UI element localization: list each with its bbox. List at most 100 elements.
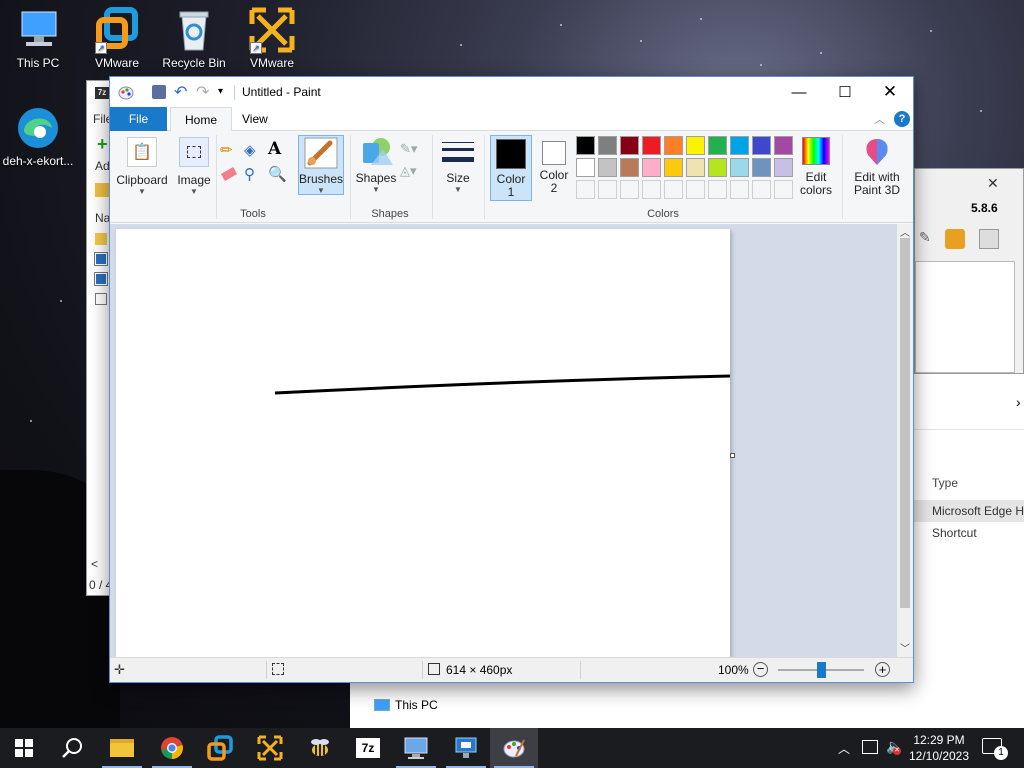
tools-icon[interactable]: ✎ (919, 229, 937, 247)
custom-color-slot[interactable] (730, 180, 749, 199)
tab-file[interactable]: File (110, 107, 167, 131)
palette-swatch[interactable] (730, 158, 749, 177)
redo-icon[interactable]: ↷ (196, 82, 209, 102)
paint-window[interactable]: ↶ ↷ ▾ Untitled - Paint — ☐ ✕ File Home V… (109, 76, 914, 683)
edit-colors-button[interactable]: Edit colors (796, 135, 836, 201)
scroll-left-arrow[interactable]: < (91, 557, 98, 571)
taskbar-vmware-workstation[interactable] (196, 728, 244, 768)
zoom-slider-thumb[interactable] (817, 662, 826, 678)
start-button[interactable] (0, 728, 48, 768)
palette-swatch[interactable] (774, 136, 793, 155)
pencil-icon[interactable]: ✏ (220, 141, 240, 161)
palette-swatch[interactable] (730, 136, 749, 155)
color2-button[interactable]: Color 2 (534, 135, 574, 201)
canvas-resize-handle[interactable] (730, 453, 735, 458)
chevron-right-icon[interactable]: › (1016, 394, 1021, 410)
search-button[interactable] (48, 728, 96, 768)
custom-color-slot[interactable] (664, 180, 683, 199)
edit-with-paint3d-button[interactable]: Edit with Paint 3D (846, 135, 908, 201)
desktop-icon-this-pc[interactable]: This PC (0, 6, 76, 70)
maximize-button[interactable]: ☐ (822, 77, 868, 107)
palette-swatch[interactable] (664, 158, 683, 177)
taskbar-remote-desktop[interactable] (392, 728, 440, 768)
custom-color-slot[interactable] (708, 180, 727, 199)
vertical-scrollbar[interactable]: ︿ ﹀ (897, 224, 913, 657)
scrollbar-thumb[interactable] (900, 238, 910, 608)
text-icon[interactable]: A (268, 139, 288, 159)
taskbar-network-manager[interactable] (442, 728, 490, 768)
clock[interactable]: 12:29 PM 12/10/2023 (908, 732, 970, 764)
tab-home[interactable]: Home (170, 107, 233, 132)
palette-swatch[interactable] (686, 136, 705, 155)
custom-color-slot[interactable] (642, 180, 661, 199)
custom-color-slot[interactable] (576, 180, 595, 199)
taskbar-chrome[interactable] (148, 728, 196, 768)
canvas-workspace[interactable] (110, 224, 897, 657)
shape-fill-icon[interactable]: ◬▾ (400, 163, 422, 179)
outline-icon[interactable]: ✎▾ (400, 141, 422, 157)
scroll-up-arrow[interactable]: ︿ (900, 224, 910, 239)
palette-swatch[interactable] (620, 136, 639, 155)
palette-swatch[interactable] (576, 136, 595, 155)
brushes-button[interactable]: Brushes ▼ (298, 135, 344, 195)
palette-swatch[interactable] (576, 158, 595, 177)
taskbar-vmware-vsphere[interactable] (246, 728, 294, 768)
title-bar[interactable]: ↶ ↷ ▾ Untitled - Paint — ☐ ✕ (110, 77, 913, 107)
customize-quick-access-icon[interactable]: ▾ (218, 86, 223, 97)
zoom-in-button[interactable]: + (875, 662, 890, 677)
palette-swatch[interactable] (686, 158, 705, 177)
custom-color-slot[interactable] (752, 180, 771, 199)
palette-swatch[interactable] (752, 136, 771, 155)
eraser-icon[interactable] (220, 165, 240, 185)
custom-color-slot[interactable] (620, 180, 639, 199)
custom-color-slot[interactable] (598, 180, 617, 199)
size-button[interactable]: Size ▼ (438, 135, 478, 199)
install-icon[interactable] (945, 229, 965, 249)
custom-color-slot[interactable] (686, 180, 705, 199)
tab-view[interactable]: View (228, 107, 282, 131)
save-icon[interactable] (152, 85, 166, 99)
show-hidden-icons-chevron[interactable]: ︿ (838, 740, 850, 757)
palette-swatch[interactable] (642, 136, 661, 155)
drawing-canvas[interactable] (116, 229, 730, 657)
desktop-icon-vmware-vsphere[interactable]: ↗ VMware (234, 6, 310, 70)
nav-item-this-pc[interactable]: This PC (395, 698, 438, 712)
palette-swatch[interactable] (620, 158, 639, 177)
palette-swatch[interactable] (598, 158, 617, 177)
close-button[interactable]: ✕ (867, 77, 913, 107)
palette-swatch[interactable] (642, 158, 661, 177)
close-icon[interactable]: ✕ (987, 175, 999, 192)
trash-icon[interactable] (979, 229, 999, 249)
minimize-button[interactable]: — (776, 77, 822, 107)
palette-swatch[interactable] (708, 158, 727, 177)
desktop-icon-recycle-bin[interactable]: Recycle Bin (156, 6, 232, 70)
color-picker-icon[interactable]: ⚲ (244, 165, 264, 185)
network-icon[interactable] (862, 740, 878, 754)
fill-bucket-icon[interactable]: ◈ (244, 141, 264, 161)
image-button[interactable]: Image ▼ (174, 135, 214, 199)
background-window-right-top[interactable]: ✕ 5.8.6 ✎ (914, 168, 1024, 374)
magnifier-icon[interactable]: 🔍 (268, 165, 288, 185)
taskbar-7zip[interactable]: 7z (344, 728, 392, 768)
zoom-slider[interactable] (778, 662, 864, 678)
custom-color-slot[interactable] (774, 180, 793, 199)
help-icon[interactable]: ? (894, 111, 910, 127)
collapse-ribbon-icon[interactable]: ︿ (874, 111, 885, 127)
scroll-down-arrow[interactable]: ﹀ (900, 640, 910, 655)
add-button-label[interactable]: Ad (95, 159, 110, 173)
clipboard-button[interactable]: 📋 Clipboard ▼ (114, 135, 170, 199)
paint-app-icon[interactable] (118, 84, 134, 100)
palette-swatch[interactable] (708, 136, 727, 155)
palette-swatch[interactable] (598, 136, 617, 155)
taskbar-file-explorer[interactable] (98, 728, 146, 768)
undo-icon[interactable]: ↶ (174, 82, 187, 102)
taskbar-paint[interactable] (490, 728, 538, 768)
background-window-explorer[interactable]: › Type Microsoft Edge H Shortcut (914, 374, 1024, 728)
palette-swatch[interactable] (664, 136, 683, 155)
desktop-icon-edge-shortcut[interactable]: deh-x-ekort... (0, 104, 76, 168)
palette-swatch[interactable] (752, 158, 771, 177)
palette-swatch[interactable] (774, 158, 793, 177)
shapes-button[interactable]: Shapes ▼ (354, 135, 398, 199)
taskbar-bee-app[interactable] (296, 728, 344, 768)
type-column-header[interactable]: Type (932, 476, 958, 490)
